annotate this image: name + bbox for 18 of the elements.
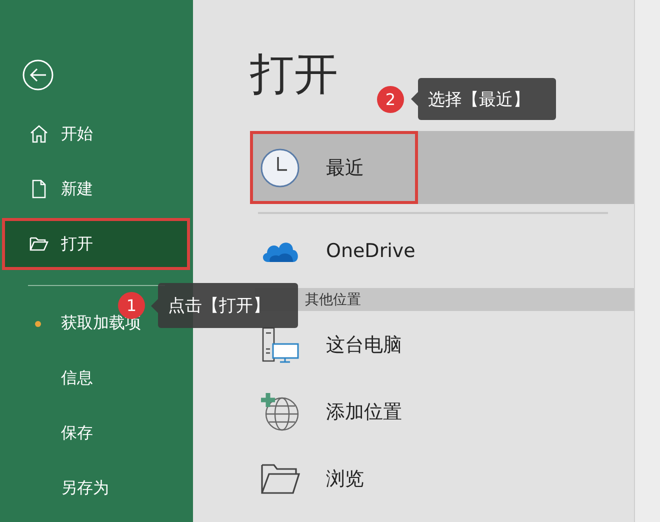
sidebar-item[interactable]: 开始	[2, 108, 190, 160]
callout-tooltip: 选择【最近】	[418, 78, 556, 120]
back-icon[interactable]	[22, 59, 54, 91]
location-item[interactable]: 最近	[250, 131, 634, 204]
sidebar-item[interactable]: 打开	[2, 218, 190, 270]
home-icon	[29, 124, 49, 144]
sidebar-item[interactable]: 保存	[0, 406, 193, 461]
location-item[interactable]: 添加位置	[250, 378, 634, 445]
location-item[interactable]: 浏览	[250, 445, 634, 512]
notice-dot	[35, 320, 41, 326]
sidebar-item[interactable]: 另存为	[0, 461, 193, 516]
location-item[interactable]: OneDrive	[250, 222, 634, 280]
globe-add-icon	[260, 392, 300, 432]
sidebar-item[interactable]: 新建	[2, 163, 190, 215]
sidebar-item[interactable]: 信息	[0, 351, 193, 406]
callout-tooltip: 点击【打开】	[158, 283, 298, 328]
page-title: 打开	[250, 48, 338, 102]
clock-icon	[260, 148, 300, 188]
